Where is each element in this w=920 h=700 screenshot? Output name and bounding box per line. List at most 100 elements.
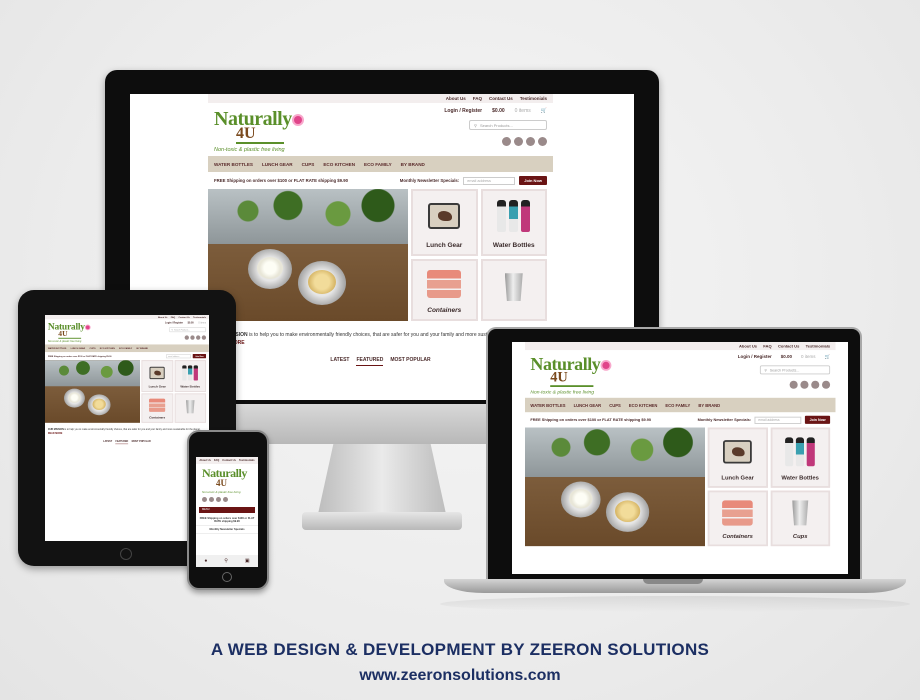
tile-water-bottles[interactable]: Water Bottles [174, 360, 207, 392]
credit-url[interactable]: www.zeeronsolutions.com [0, 667, 920, 685]
account-icon[interactable]: ● [204, 558, 207, 564]
cart-total[interactable]: $0.00 [188, 322, 194, 325]
tile-containers[interactable]: Containers [141, 393, 174, 423]
tile-lunch-gear[interactable]: Lunch Gear [141, 360, 174, 392]
nav-eco-family[interactable]: ECO FAMILY [665, 403, 690, 408]
search-input[interactable]: Search Products... [480, 123, 513, 128]
nav-water-bottles[interactable]: WATER BOTTLES [530, 403, 565, 408]
menu-button[interactable]: MENU [199, 507, 255, 513]
nav-by-brand[interactable]: BY BRAND [401, 162, 425, 167]
nav-by-brand[interactable]: BY BRAND [137, 347, 148, 349]
top-link-about[interactable]: About Us [158, 316, 168, 318]
search-box[interactable]: ⚲ Search Products... [759, 365, 831, 375]
nav-water-bottles[interactable]: WATER BOTTLES [214, 162, 253, 167]
top-link-testimonials[interactable]: Testimonials [520, 96, 547, 101]
cart-items[interactable]: 0 items [515, 108, 531, 114]
tab-most-popular[interactable]: MOST POPULAR [390, 357, 430, 366]
nav-eco-kitchen[interactable]: ECO KITCHEN [100, 347, 115, 349]
top-link-contact[interactable]: Contact Us [222, 459, 236, 462]
newsletter-email-input[interactable]: email address [463, 176, 516, 185]
search-input[interactable]: Search Products... [174, 329, 190, 331]
join-now-button[interactable]: Join Now [805, 415, 831, 424]
facebook-icon[interactable] [538, 137, 547, 146]
search-input[interactable]: Search Products... [770, 368, 800, 373]
tile-containers[interactable]: Containers [707, 490, 768, 547]
tile-containers[interactable]: Containers [411, 258, 478, 321]
top-link-testimonials[interactable]: Testimonials [806, 344, 830, 349]
tab-most-popular[interactable]: MOST POPULAR [132, 440, 151, 444]
tab-latest[interactable]: LATEST [330, 357, 349, 366]
nav-eco-kitchen[interactable]: ECO KITCHEN [323, 162, 355, 167]
nav-cups[interactable]: CUPS [302, 162, 315, 167]
hero-photo[interactable] [525, 427, 705, 547]
hero-photo[interactable] [208, 189, 408, 321]
join-now-button[interactable]: Join Now [192, 353, 207, 359]
pinterest-icon[interactable] [216, 497, 221, 502]
search-icon[interactable]: ⚲ [224, 558, 228, 564]
login-register-link[interactable]: Login / Register [165, 322, 183, 325]
site-logo[interactable]: Naturally 4U Non-toxic & plastic free li… [48, 322, 94, 343]
twitter-icon[interactable] [800, 380, 809, 389]
nav-by-brand[interactable]: BY BRAND [698, 403, 720, 408]
cart-items[interactable]: 0 items [801, 355, 816, 360]
tile-cups[interactable]: Cups [770, 490, 831, 547]
top-link-contact[interactable]: Contact Us [778, 344, 799, 349]
tab-latest[interactable]: LATEST [103, 440, 112, 444]
instagram-icon[interactable] [202, 497, 207, 502]
newsletter-email-input[interactable]: email address [166, 354, 191, 358]
top-link-about[interactable]: About Us [739, 344, 757, 349]
facebook-icon[interactable] [822, 380, 831, 389]
top-link-faq[interactable]: FAQ [171, 316, 175, 318]
twitter-icon[interactable] [209, 497, 214, 502]
read-more-link[interactable]: READ MORE [48, 432, 63, 435]
nav-water-bottles[interactable]: WATER BOTTLES [48, 347, 67, 349]
facebook-icon[interactable] [223, 497, 228, 502]
instagram-icon[interactable] [502, 137, 511, 146]
top-link-about[interactable]: About Us [446, 96, 466, 101]
tile-lunch-gear[interactable]: Lunch Gear [411, 189, 478, 256]
login-register-link[interactable]: Login / Register [444, 108, 482, 114]
twitter-icon[interactable] [514, 137, 523, 146]
nav-lunch-gear[interactable]: LUNCH GEAR [262, 162, 293, 167]
nav-lunch-gear[interactable]: LUNCH GEAR [71, 347, 86, 349]
pinterest-icon[interactable] [196, 335, 201, 340]
join-now-button[interactable]: Join Now [519, 176, 547, 185]
top-link-faq[interactable]: FAQ [763, 344, 771, 349]
cart-total[interactable]: $0.00 [492, 108, 505, 114]
nav-cups[interactable]: CUPS [89, 347, 95, 349]
site-logo[interactable]: Naturally 4U [196, 464, 258, 490]
search-box[interactable]: ⚲ Search Products... [469, 120, 547, 130]
tile-cups[interactable] [480, 258, 547, 321]
site-logo[interactable]: Naturally 4U Non-toxic & plastic free li… [530, 355, 616, 395]
facebook-icon[interactable] [201, 335, 207, 340]
cart-items[interactable]: 0 items [198, 322, 206, 325]
pinterest-icon[interactable] [526, 137, 535, 146]
twitter-icon[interactable] [190, 335, 195, 340]
tile-lunch-gear[interactable]: Lunch Gear [707, 427, 768, 488]
top-link-contact[interactable]: Contact Us [178, 316, 189, 318]
nav-cups[interactable]: CUPS [609, 403, 620, 408]
site-logo[interactable]: Naturally 4U Non-toxic & plastic free li… [214, 108, 310, 153]
search-box[interactable]: ⚲ Search Products... [168, 327, 207, 333]
hero-photo[interactable] [45, 360, 140, 423]
nav-eco-family[interactable]: ECO FAMILY [119, 347, 132, 349]
nav-lunch-gear[interactable]: LUNCH GEAR [574, 403, 602, 408]
top-link-about[interactable]: About Us [199, 459, 211, 462]
tile-water-bottles[interactable]: Water Bottles [480, 189, 547, 256]
pinterest-icon[interactable] [811, 380, 820, 389]
nav-eco-family[interactable]: ECO FAMILY [364, 162, 392, 167]
tab-featured[interactable]: FEATURED [356, 357, 384, 366]
cart-total[interactable]: $0.00 [781, 355, 792, 360]
login-register-link[interactable]: Login / Register [738, 355, 772, 360]
cart-icon[interactable]: 🛒 [824, 355, 830, 360]
newsletter-email-input[interactable]: email address [754, 416, 802, 424]
nav-eco-kitchen[interactable]: ECO KITCHEN [629, 403, 657, 408]
top-link-contact[interactable]: Contact Us [489, 96, 513, 101]
instagram-icon[interactable] [789, 380, 798, 389]
top-link-testimonials[interactable]: Testimonials [239, 459, 255, 462]
tab-featured[interactable]: FEATURED [115, 440, 129, 445]
tile-water-bottles[interactable]: Water Bottles [770, 427, 831, 488]
top-link-faq[interactable]: FAQ [473, 96, 482, 101]
instagram-icon[interactable] [184, 335, 189, 340]
top-link-faq[interactable]: FAQ [214, 459, 219, 462]
